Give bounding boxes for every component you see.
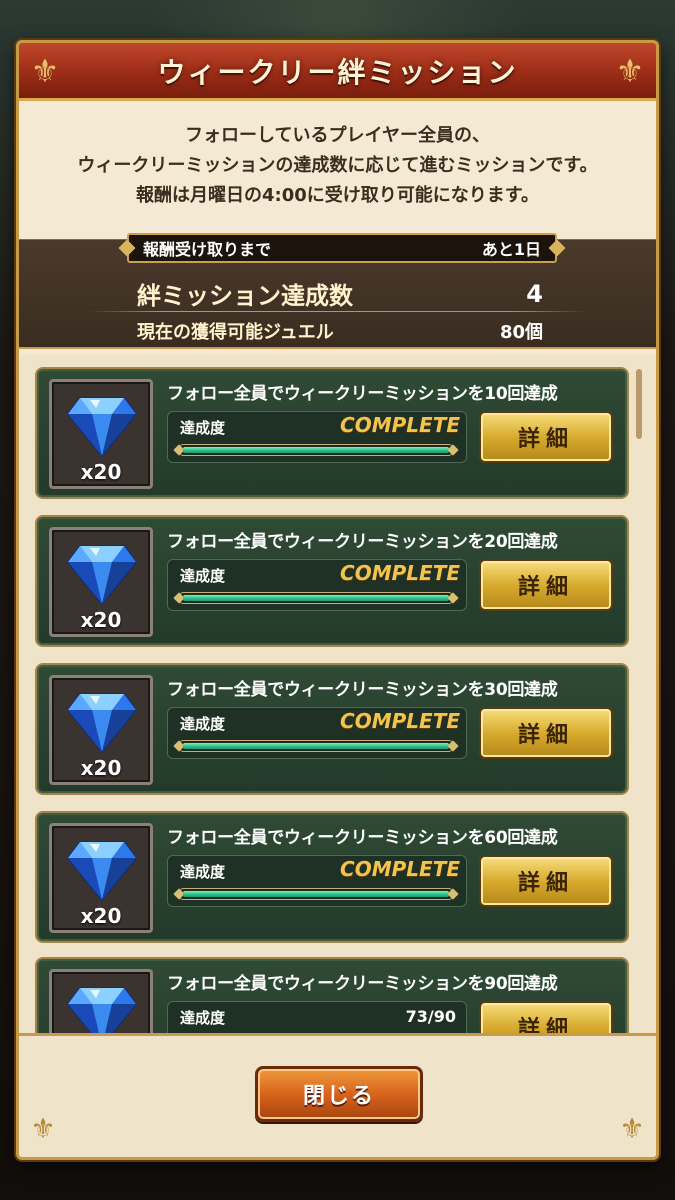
mission-list[interactable]: x20 フォロー全員でウィークリーミッションを10回達成 達成度 COMPLET… <box>19 355 656 1033</box>
reward-item-frame: x20 <box>49 823 153 933</box>
progress-bar <box>180 888 452 900</box>
detail-button[interactable]: 詳細 <box>479 411 613 463</box>
blue-jewel-icon <box>67 545 137 606</box>
description-line: ウィークリーミッションの達成数に応じて進むミッションです。 <box>77 155 598 176</box>
available-jewel-row: 現在の獲得可能ジュエル 80個 <box>137 318 557 344</box>
detail-button[interactable]: 詳細 <box>479 855 613 907</box>
progress-label: 達成度 <box>180 863 226 881</box>
mission-progress-box: 達成度 COMPLETE <box>167 707 467 759</box>
complete-status: COMPLETE <box>340 857 460 881</box>
progress-bar-fill <box>183 891 449 897</box>
detail-button[interactable]: 詳細 <box>479 1001 613 1033</box>
mission-title: フォロー全員でウィークリーミッションを10回達成 <box>167 384 558 404</box>
detail-button[interactable]: 詳細 <box>479 559 613 611</box>
dialog-header: ⚜ ウィークリー絆ミッション ⚜ <box>19 43 656 101</box>
available-jewel-label: 現在の獲得可能ジュエル <box>137 322 334 343</box>
progress-bar-fill <box>183 595 449 601</box>
blue-jewel-icon <box>67 397 137 458</box>
reward-quantity: x20 <box>80 756 122 780</box>
mission-summary-panel: 報酬受け取りまで あと1日 絆ミッション達成数 4 現在の獲得可能ジュエル 80… <box>19 233 656 349</box>
reward-countdown-bar: 報酬受け取りまで あと1日 <box>127 233 557 263</box>
mission-card: x20 フォロー全員でウィークリーミッションを10回達成 達成度 COMPLET… <box>35 367 629 499</box>
corner-ornament-right-icon: ⚜ <box>619 1112 645 1145</box>
bond-mission-count-value: 4 <box>526 279 543 308</box>
mission-title: フォロー全員でウィークリーミッションを60回達成 <box>167 828 558 848</box>
fleur-de-lis-left-icon: ⚜ <box>30 52 60 90</box>
close-button[interactable]: 閉じる <box>255 1066 423 1122</box>
reward-item-frame: x20 <box>49 527 153 637</box>
corner-ornament-left-icon: ⚜ <box>30 1112 56 1145</box>
reward-quantity: x20 <box>80 904 122 928</box>
progress-label: 達成度 <box>180 567 226 585</box>
mission-card: x20 フォロー全員でウィークリーミッションを30回達成 達成度 COMPLET… <box>35 663 629 795</box>
mission-progress-box: 達成度 COMPLETE <box>167 411 467 463</box>
reward-item-frame: x20 <box>49 675 153 785</box>
bond-mission-count-row: 絆ミッション達成数 4 <box>137 276 557 311</box>
mission-title: フォロー全員でウィークリーミッションを20回達成 <box>167 532 558 552</box>
dialog-title: ウィークリー絆ミッション <box>157 55 518 89</box>
mission-progress-box: 達成度 COMPLETE <box>167 855 467 907</box>
progress-bar <box>180 592 452 604</box>
mission-list-scrollbar[interactable] <box>636 369 642 439</box>
progress-bar-fill <box>183 743 449 749</box>
reward-quantity: x20 <box>80 608 122 632</box>
progress-bar <box>180 444 452 456</box>
mission-description: フォローしているプレイヤー全員の、 ウィークリーミッションの達成数に応じて進むミ… <box>19 121 656 211</box>
reward-item-frame: x20 <box>49 969 153 1033</box>
weekly-bond-mission-dialog: ⚜ ウィークリー絆ミッション ⚜ フォローしているプレイヤー全員の、 ウィークリ… <box>16 40 659 1160</box>
mission-progress-box: 達成度 COMPLETE <box>167 559 467 611</box>
mission-card: x20 フォロー全員でウィークリーミッションを60回達成 達成度 COMPLET… <box>35 811 629 943</box>
reward-item-frame: x20 <box>49 379 153 489</box>
reward-quantity: x20 <box>80 460 122 484</box>
dialog-footer: ⚜ 閉じる ⚜ <box>19 1033 656 1157</box>
progress-count: 73/90 <box>405 1007 456 1026</box>
complete-status: COMPLETE <box>340 561 460 585</box>
bond-mission-count-label: 絆ミッション達成数 <box>137 282 353 310</box>
blue-jewel-icon <box>67 987 137 1033</box>
complete-status: COMPLETE <box>340 709 460 733</box>
mission-title: フォロー全員でウィークリーミッションを90回達成 <box>167 974 558 994</box>
mission-card: x20 フォロー全員でウィークリーミッションを90回達成 達成度 73/90 詳… <box>35 957 629 1033</box>
mission-progress-box: 達成度 73/90 <box>167 1001 467 1033</box>
fleur-de-lis-right-icon: ⚜ <box>615 52 645 90</box>
description-line: 報酬は月曜日の4:00に受け取り可能になります。 <box>136 185 539 206</box>
progress-bar-fill <box>183 447 449 453</box>
blue-jewel-icon <box>67 841 137 902</box>
mission-title: フォロー全員でウィークリーミッションを30回達成 <box>167 680 558 700</box>
available-jewel-value: 80個 <box>499 322 543 343</box>
progress-bar <box>180 740 452 752</box>
blue-jewel-icon <box>67 693 137 754</box>
description-line: フォローしているプレイヤー全員の、 <box>185 125 490 146</box>
complete-status: COMPLETE <box>340 413 460 437</box>
summary-divider <box>89 311 586 312</box>
progress-label: 達成度 <box>180 1009 226 1027</box>
reward-countdown-value: あと1日 <box>481 240 541 259</box>
detail-button[interactable]: 詳細 <box>479 707 613 759</box>
progress-label: 達成度 <box>180 715 226 733</box>
progress-label: 達成度 <box>180 419 226 437</box>
reward-countdown-label: 報酬受け取りまで <box>143 240 272 259</box>
mission-card: x20 フォロー全員でウィークリーミッションを20回達成 達成度 COMPLET… <box>35 515 629 647</box>
